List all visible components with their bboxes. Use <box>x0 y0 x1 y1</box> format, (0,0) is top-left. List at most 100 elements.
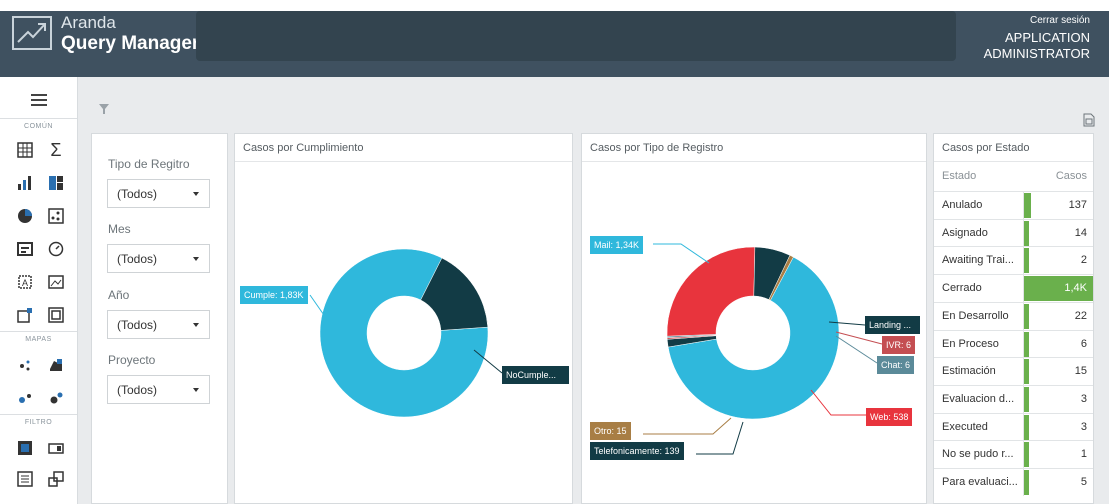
data-label-landing: Landing ... <box>865 316 920 334</box>
chevron-down-icon <box>193 323 199 327</box>
svg-text:A: A <box>22 278 28 288</box>
data-label-ivr: IVR: 6 <box>882 336 916 354</box>
table-row[interactable]: Estimación 15 <box>934 357 1093 386</box>
user-name-line1: APPLICATION <box>1004 30 1090 45</box>
leader-line-telefonicamente <box>696 421 744 455</box>
leader-line-web <box>810 389 866 416</box>
image-icon[interactable] <box>47 273 65 291</box>
value-bar <box>1024 470 1029 495</box>
sidebar-divider <box>0 414 77 415</box>
column-header-casos[interactable]: Casos <box>1056 170 1087 182</box>
cumplimiento-donut-chart <box>309 248 503 418</box>
section-mapas: MAPAS <box>25 336 52 343</box>
value-bar <box>1024 331 1029 357</box>
table-row[interactable]: Awaiting Trai... 2 <box>934 246 1093 275</box>
treemap-icon[interactable] <box>47 174 65 192</box>
card-icon[interactable] <box>16 240 34 258</box>
estado-cell: En Desarrollo <box>942 309 1009 322</box>
estado-cell: Anulado <box>942 199 983 211</box>
gauge-icon[interactable] <box>47 240 65 258</box>
estado-cell: Cerrado <box>942 282 982 295</box>
casos-cell: 1 <box>1080 448 1087 461</box>
panel-title: Casos por Tipo de Registro <box>590 142 724 154</box>
table-row[interactable]: Para evaluaci... 5 <box>934 468 1093 496</box>
data-label-otro: Otro: 15 <box>590 422 631 440</box>
chevron-down-icon <box>193 192 199 196</box>
logout-link[interactable]: Cerrar sesión <box>1030 15 1090 26</box>
casos-cell: 14 <box>1074 226 1087 239</box>
table-row[interactable]: En Proceso 6 <box>934 329 1093 358</box>
tree-filter-icon[interactable] <box>47 470 65 488</box>
section-filtro: FILTRO <box>24 419 53 426</box>
data-label-telefonicamente: Telefonicamente: 139 <box>590 442 684 460</box>
value-bar <box>1024 414 1029 440</box>
top-strip <box>0 0 1109 11</box>
leader-line-chat <box>835 335 878 364</box>
casos-cell: 2 <box>1080 254 1087 267</box>
table-row[interactable]: Evaluacion d... 3 <box>934 384 1093 413</box>
range-filter-icon[interactable] <box>16 439 34 457</box>
scatter-icon[interactable] <box>47 207 65 225</box>
table-row[interactable]: Asignado 14 <box>934 218 1093 247</box>
dot-map-icon[interactable] <box>16 356 34 374</box>
table-row[interactable]: No se pudo r... 1 <box>934 440 1093 469</box>
data-label-mail: Mail: 1,34K <box>590 236 644 254</box>
table-row[interactable]: En Desarrollo 22 <box>934 301 1093 330</box>
value-bar <box>1024 303 1029 329</box>
casos-cell: 137 <box>1068 199 1087 211</box>
bubble-map-icon[interactable] <box>16 389 34 407</box>
sigma-icon[interactable]: Σ <box>47 140 65 160</box>
panel-title: Casos por Estado <box>942 142 1030 154</box>
grid-icon[interactable] <box>16 141 34 159</box>
sidebar <box>0 77 78 504</box>
table-row[interactable]: Cerrado 1,4K <box>934 274 1093 303</box>
value-bar <box>1024 220 1029 246</box>
group-icon[interactable] <box>47 306 65 324</box>
value-bar <box>1024 359 1029 385</box>
combo-filter-icon[interactable] <box>47 439 65 457</box>
chevron-down-icon <box>193 257 199 261</box>
brand-product: Query Manager <box>61 33 200 54</box>
filter-value: (Todos) <box>117 187 158 201</box>
casos-cell: 3 <box>1080 392 1087 405</box>
sidebar-divider <box>0 331 77 332</box>
filter-select-mes[interactable]: (Todos) <box>107 244 210 273</box>
export-icon[interactable] <box>1083 113 1095 127</box>
list-filter-icon[interactable] <box>16 470 34 488</box>
table-row[interactable]: Executed 3 <box>934 412 1093 441</box>
casos-cell: 3 <box>1080 420 1087 433</box>
header-bar <box>196 11 956 61</box>
filled-map-icon[interactable] <box>47 356 65 374</box>
estado-cell: Evaluacion d... <box>942 392 1015 405</box>
user-name-line2: ADMINISTRATOR <box>983 46 1090 61</box>
menu-icon[interactable] <box>31 94 47 106</box>
data-label-cumple: Cumple: 1,83K <box>240 286 308 304</box>
brand-name: Aranda <box>61 13 116 32</box>
filter-select-proyecto[interactable]: (Todos) <box>107 375 210 404</box>
tipo-registro-slice-4[interactable] <box>666 246 756 337</box>
text-box-icon[interactable]: A <box>16 273 34 291</box>
filter-label-ano: Año <box>108 288 130 302</box>
estado-cell: Executed <box>942 420 988 433</box>
value-bar <box>1024 193 1031 218</box>
pie-map-icon[interactable] <box>47 389 65 407</box>
filter-select-ano[interactable]: (Todos) <box>107 310 210 339</box>
chevron-down-icon <box>193 388 199 392</box>
estado-cell: Asignado <box>942 226 988 239</box>
table-row[interactable]: Anulado 137 <box>934 191 1093 219</box>
filter-icon[interactable] <box>99 101 109 114</box>
value-bar <box>1024 386 1029 412</box>
pie-chart-icon[interactable] <box>16 207 34 225</box>
leader-line-mail <box>653 243 710 264</box>
chart-image-icon[interactable] <box>16 306 34 324</box>
casos-cell: 22 <box>1074 309 1087 322</box>
estado-cell: En Proceso <box>942 337 999 350</box>
filter-select-tipo[interactable]: (Todos) <box>107 179 210 208</box>
data-label-chat: Chat: 6 <box>877 356 915 374</box>
filter-label-mes: Mes <box>108 222 131 236</box>
value-bar <box>1024 442 1029 468</box>
casos-cell: 5 <box>1080 476 1087 488</box>
column-header-estado[interactable]: Estado <box>942 170 976 182</box>
bar-chart-icon[interactable] <box>16 174 34 192</box>
data-label-web: Web: 538 <box>866 408 913 426</box>
